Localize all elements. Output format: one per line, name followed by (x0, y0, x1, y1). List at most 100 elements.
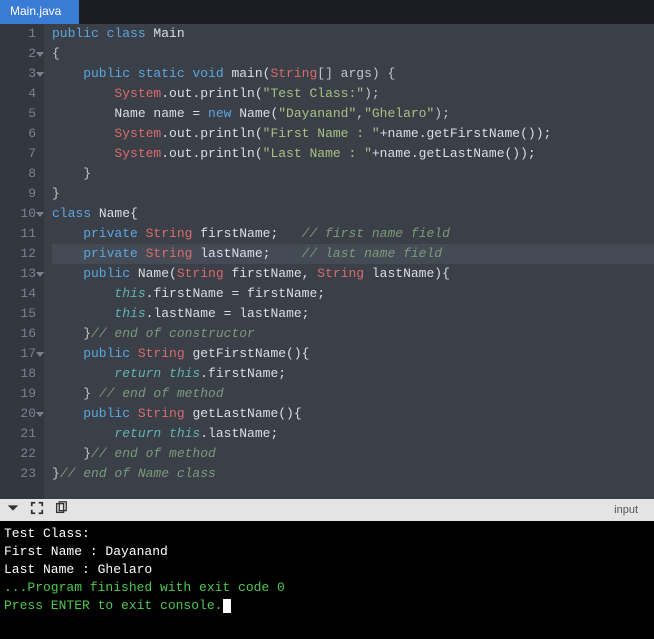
line-number: 22 (0, 444, 36, 464)
type: System (114, 86, 161, 101)
identifier: Name( (231, 106, 278, 121)
line-number: 3 (0, 64, 36, 84)
brace: } (52, 386, 99, 401)
identifier: Name{ (91, 206, 138, 221)
indent (52, 146, 114, 161)
identifier: lastName){ (364, 266, 450, 281)
line-number: 2 (0, 44, 36, 64)
identifier: main( (224, 66, 271, 81)
punct: ); (434, 106, 450, 121)
punct: , (356, 106, 364, 121)
type: String (138, 406, 185, 421)
keyword: return this (114, 426, 200, 441)
expand-icon[interactable] (30, 501, 44, 519)
identifier: .out.println( (161, 86, 262, 101)
tab-main-java[interactable]: Main.java (0, 0, 79, 24)
line-number: 21 (0, 424, 36, 444)
identifier: .out.println( (161, 126, 262, 141)
line-number: 11 (0, 224, 36, 244)
string: "Dayanand" (278, 106, 356, 121)
indent (52, 426, 114, 441)
punct: [] args) { (317, 66, 395, 81)
type: String (146, 226, 193, 241)
indent (52, 366, 114, 381)
code-area[interactable]: public class Main { public static void m… (44, 24, 654, 499)
line-number: 17 (0, 344, 36, 364)
type: System (114, 126, 161, 141)
identifier: +name.getFirstName()); (380, 126, 552, 141)
chevron-down-icon[interactable] (6, 501, 20, 519)
identifier: .out.println( (161, 146, 262, 161)
keyword: public class (52, 26, 146, 41)
line-number: 9 (0, 184, 36, 204)
line-gutter: 1234567891011121314151617181920212223 (0, 24, 44, 499)
line-number: 19 (0, 384, 36, 404)
identifier: .firstName = firstName; (146, 286, 325, 301)
console-toolbar: input (0, 499, 654, 521)
identifier: .firstName; (200, 366, 286, 381)
input-label: input (614, 504, 638, 516)
keyword: public (52, 346, 138, 361)
identifier: lastName; (192, 246, 301, 261)
copy-icon[interactable] (54, 501, 68, 519)
line-number: 6 (0, 124, 36, 144)
comment: // end of constructor (91, 326, 255, 341)
type: String (138, 346, 185, 361)
console-line: Last Name : Ghelaro (4, 561, 650, 579)
identifier: firstName, (224, 266, 318, 281)
comment: // last name field (302, 246, 442, 261)
keyword: return this (114, 366, 200, 381)
keyword: class (52, 206, 91, 221)
line-number: 10 (0, 204, 36, 224)
identifier: +name.getLastName()); (372, 146, 536, 161)
line-number: 13 (0, 264, 36, 284)
comment: // end of method (91, 446, 216, 461)
type: System (114, 146, 161, 161)
brace: { (52, 46, 60, 61)
console-line: Test Class: (4, 525, 650, 543)
type: String (317, 266, 364, 281)
line-number: 18 (0, 364, 36, 384)
indent (52, 86, 114, 101)
string: "Ghelaro" (364, 106, 434, 121)
cursor-icon (223, 599, 231, 613)
string: "Test Class:" (263, 86, 364, 101)
indent (52, 126, 114, 141)
brace: } (52, 466, 60, 481)
line-number: 15 (0, 304, 36, 324)
brace: } (52, 446, 91, 461)
line-number: 12 (0, 244, 36, 264)
comment: // end of method (99, 386, 224, 401)
indent (52, 286, 114, 301)
line-number: 23 (0, 464, 36, 484)
keyword: this (114, 306, 145, 321)
console-prompt: Press ENTER to exit console. (4, 597, 650, 615)
keyword: public (52, 406, 138, 421)
console-line: First Name : Dayanand (4, 543, 650, 561)
identifier: firstName; (192, 226, 301, 241)
keyword: public static void (52, 66, 224, 81)
line-number: 20 (0, 404, 36, 424)
brace: } (52, 186, 60, 201)
line-number: 14 (0, 284, 36, 304)
code-editor[interactable]: 1234567891011121314151617181920212223 pu… (0, 24, 654, 499)
line-number: 4 (0, 84, 36, 104)
line-number: 7 (0, 144, 36, 164)
type: String (146, 246, 193, 261)
identifier: getLastName(){ (185, 406, 302, 421)
keyword: private (52, 226, 146, 241)
identifier: Name name = (52, 106, 208, 121)
identifier: Name( (130, 266, 177, 281)
brace: } (52, 166, 91, 181)
line-number: 8 (0, 164, 36, 184)
identifier: .lastName; (200, 426, 278, 441)
console-output[interactable]: Test Class:First Name : DayanandLast Nam… (0, 521, 654, 639)
line-number: 16 (0, 324, 36, 344)
identifier: Main (146, 26, 185, 41)
brace: } (52, 326, 91, 341)
keyword: new (208, 106, 231, 121)
tab-bar: Main.java (0, 0, 654, 24)
punct: ); (364, 86, 380, 101)
comment: // end of Name class (60, 466, 216, 481)
type: String (177, 266, 224, 281)
